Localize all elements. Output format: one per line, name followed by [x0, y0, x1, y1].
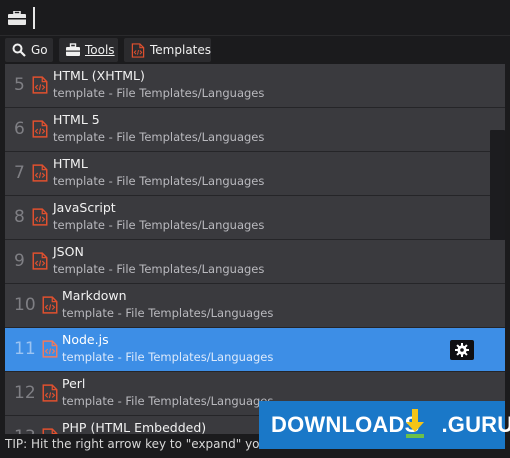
item-number: 11	[14, 339, 36, 359]
item-title: Markdown	[62, 288, 127, 303]
code-file-icon	[131, 43, 145, 58]
tab-templates[interactable]: Templates	[124, 38, 211, 62]
item-subtitle: template - File Templates/Languages	[53, 174, 265, 188]
code-file-icon	[42, 384, 58, 402]
item-title: Perl	[62, 376, 86, 391]
list-item[interactable]: 11 Node.js template - File Templates/Langu…	[5, 328, 505, 372]
item-title: Node.js	[62, 332, 109, 347]
item-subtitle: template - File Templates/Languages	[62, 394, 274, 408]
code-file-icon	[32, 164, 48, 182]
watermark-logo: DOWNLOADS .GURU	[259, 401, 510, 449]
list-item[interactable]: 7 HTML template - File Templates/Languages	[5, 152, 505, 196]
item-title: PHP (HTML Embedded)	[62, 420, 207, 434]
search-input[interactable]	[33, 7, 503, 31]
list-item[interactable]: 9 JSON template - File Templates/Languages	[5, 240, 505, 284]
list-item[interactable]: 5 HTML (XHTML) template - File Templates/L…	[5, 64, 505, 108]
list-item[interactable]: 10 Markdown template - File Templates/Lang…	[5, 284, 505, 328]
text-cursor	[33, 7, 35, 29]
item-title: HTML (XHTML)	[53, 68, 145, 83]
item-number: 13	[14, 427, 36, 434]
list-item[interactable]: 6 HTML 5 template - File Templates/Languag…	[5, 108, 505, 152]
code-file-icon	[32, 208, 48, 226]
list-item[interactable]: 8 JavaScript template - File Templates/Lan…	[5, 196, 505, 240]
code-file-icon	[42, 296, 58, 314]
search-bar	[0, 0, 510, 36]
item-number: 6	[14, 119, 25, 139]
tab-label: Go	[31, 43, 48, 57]
item-title: HTML	[53, 156, 88, 171]
item-subtitle: template - File Templates/Languages	[53, 262, 265, 276]
watermark-brand: DOWNLOADS	[271, 412, 420, 437]
item-number: 7	[14, 163, 25, 183]
download-arrow-icon	[406, 409, 424, 438]
item-number: 8	[14, 207, 25, 227]
code-file-icon	[32, 252, 48, 270]
item-number: 10	[14, 295, 36, 315]
watermark-tld: .GURU	[441, 412, 510, 437]
item-settings-button[interactable]	[450, 340, 474, 360]
briefcase-icon	[66, 43, 80, 56]
item-number: 12	[14, 383, 36, 403]
tab-go[interactable]: Go	[5, 38, 53, 62]
item-subtitle: template - File Templates/Languages	[53, 86, 265, 100]
tab-label: Templates	[150, 43, 212, 57]
item-subtitle: template - File Templates/Languages	[53, 130, 265, 144]
item-number: 5	[14, 75, 25, 95]
item-title: HTML 5	[53, 112, 100, 127]
item-number: 9	[14, 251, 25, 271]
item-subtitle: template - File Templates/Languages	[62, 350, 274, 364]
briefcase-icon[interactable]	[8, 11, 26, 25]
tab-tools[interactable]: Tools	[59, 38, 118, 62]
item-subtitle: template - File Templates/Languages	[62, 306, 274, 320]
results-list: 5 HTML (XHTML) template - File Templates/L…	[5, 64, 505, 434]
tab-label: Tools	[85, 43, 115, 57]
item-title: JSON	[53, 244, 84, 259]
code-file-icon	[42, 340, 58, 358]
code-file-icon	[32, 76, 48, 94]
search-icon	[12, 43, 26, 57]
scrollbar[interactable]	[490, 130, 505, 240]
item-title: JavaScript	[53, 200, 116, 215]
gear-icon	[455, 343, 469, 357]
scope-tabs: Go Tools Templates	[0, 36, 510, 64]
item-subtitle: template - File Templates/Languages	[53, 218, 265, 232]
code-file-icon	[32, 120, 48, 138]
